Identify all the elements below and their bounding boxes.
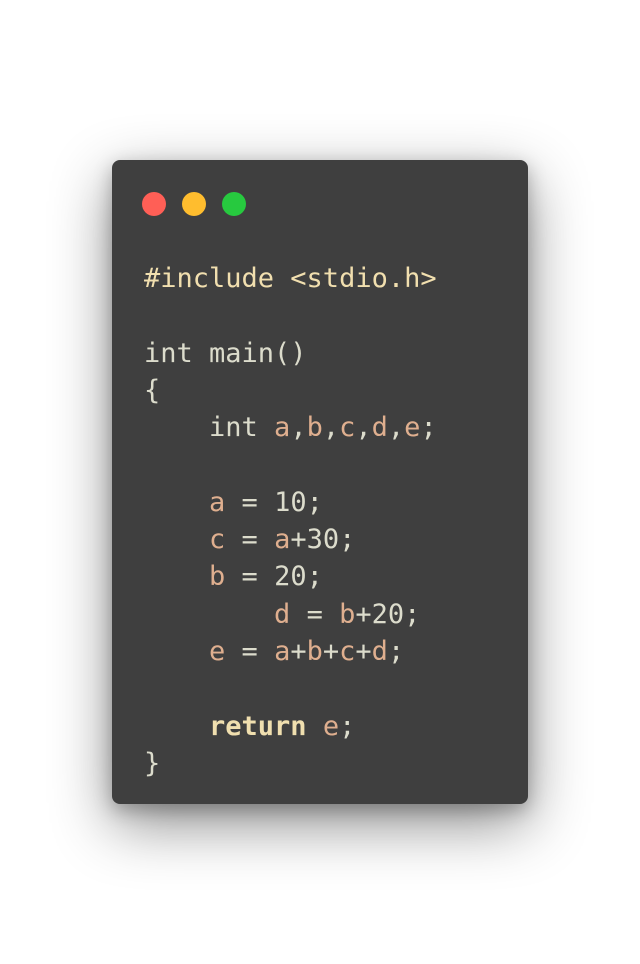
code-token: e	[322, 710, 340, 742]
code-line: #include <stdio.h>	[144, 260, 437, 297]
zoom-window-button[interactable]	[222, 192, 246, 216]
code-line: a = 10;	[144, 484, 437, 521]
code-token: return	[209, 710, 307, 742]
code-token: = 10;	[225, 486, 323, 518]
code-token: b	[339, 598, 356, 630]
code-token: d	[371, 635, 388, 667]
code-token: c	[339, 412, 356, 444]
code-block: #include <stdio.h> int main(){ int a,b,c,…	[144, 260, 437, 782]
code-token: +20;	[355, 598, 421, 630]
code-token: {	[144, 374, 161, 406]
code-token: a	[209, 486, 226, 518]
code-token: a	[274, 412, 291, 444]
code-token: c	[339, 635, 356, 667]
code-token: a	[274, 524, 291, 556]
code-line: int main()	[144, 335, 437, 372]
code-line: {	[144, 372, 437, 409]
code-token: int main()	[144, 337, 307, 369]
close-window-button[interactable]	[142, 192, 166, 216]
code-token: c	[209, 524, 226, 556]
code-token: b	[306, 635, 323, 667]
code-line: int a,b,c,d,e;	[144, 409, 437, 446]
code-token: b	[306, 412, 323, 444]
code-token: +	[290, 635, 307, 667]
code-token: =	[290, 598, 340, 630]
code-token: =	[225, 524, 275, 556]
code-token: a	[274, 635, 291, 667]
code-token: d	[371, 412, 388, 444]
code-token: #include <stdio.h>	[144, 263, 437, 294]
code-line: e = a+b+c+d;	[144, 633, 437, 670]
code-token: e	[404, 412, 421, 444]
code-line: b = 20;	[144, 558, 437, 595]
code-token: ;	[420, 412, 437, 444]
code-token: b	[209, 561, 226, 593]
code-token: +	[322, 635, 340, 667]
code-token: +30;	[290, 524, 356, 556]
code-line: c = a+30;	[144, 521, 437, 558]
code-token: ,	[290, 412, 307, 444]
code-token: ,	[355, 412, 372, 444]
code-token: ;	[339, 710, 356, 742]
code-line: d = b+20;	[144, 596, 437, 633]
code-token: = 20;	[225, 561, 323, 593]
code-token: int	[144, 412, 275, 444]
code-token: +	[355, 635, 372, 667]
code-line: return e;	[144, 708, 437, 745]
code-line: }	[144, 745, 437, 782]
code-token: ;	[387, 635, 405, 667]
code-token: e	[209, 635, 226, 667]
code-token: ,	[387, 412, 405, 444]
code-token: =	[225, 635, 275, 667]
code-token: }	[144, 747, 161, 779]
code-token: d	[274, 598, 291, 630]
minimize-window-button[interactable]	[182, 192, 206, 216]
code-token: ,	[322, 412, 340, 444]
code-window: #include <stdio.h> int main(){ int a,b,c,…	[112, 160, 528, 804]
